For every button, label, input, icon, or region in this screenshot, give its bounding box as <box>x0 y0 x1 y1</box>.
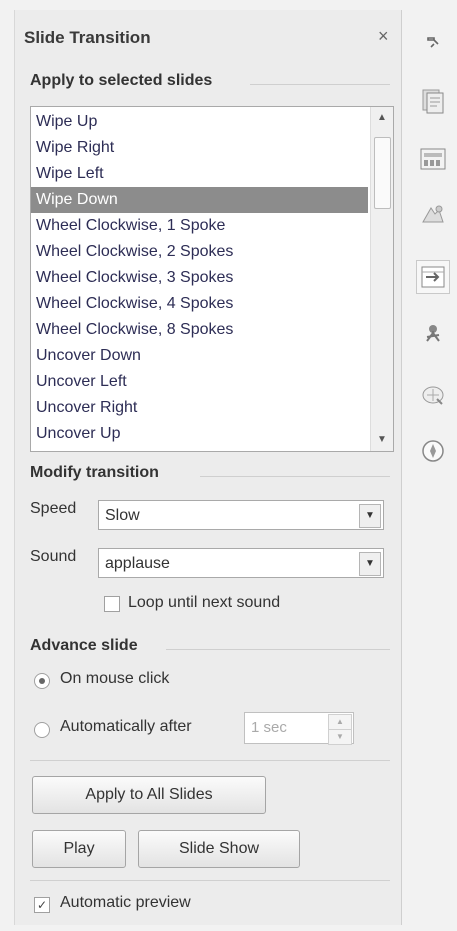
section-advance-heading: Advance slide <box>30 637 138 654</box>
scroll-down-icon[interactable]: ▼ <box>371 431 393 449</box>
transition-list-item[interactable]: Uncover Down <box>31 343 368 369</box>
apply-to-all-slides-button[interactable]: Apply to All Slides <box>32 776 266 814</box>
loop-label: Loop until next sound <box>128 594 281 611</box>
automatic-preview-label: Automatic preview <box>60 894 191 911</box>
section-divider <box>166 649 390 650</box>
automatically-after-radio[interactable] <box>34 722 50 738</box>
transition-list-item[interactable]: Wheel Clockwise, 4 Spokes <box>31 291 368 317</box>
section-divider <box>200 476 390 477</box>
animation-icon[interactable] <box>416 318 450 352</box>
transition-listbox[interactable]: Wipe Up Wipe Right Wipe Left Wipe Down Wheel… <box>30 106 394 452</box>
transition-list-item[interactable]: Uncover Up <box>31 421 368 447</box>
scrollbar-thumb[interactable] <box>374 137 391 209</box>
speed-label: Speed <box>30 500 77 517</box>
on-mouse-click-label: On mouse click <box>60 670 170 687</box>
panel-title: Slide Transition <box>24 28 151 47</box>
section-apply-heading: Apply to selected slides <box>30 72 213 89</box>
close-icon[interactable]: × <box>378 26 389 47</box>
divider <box>30 760 390 761</box>
transition-list-item[interactable]: Wheel Clockwise, 8 Spokes <box>31 317 368 343</box>
compass-icon[interactable] <box>416 434 450 468</box>
spin-down-icon[interactable]: ▼ <box>328 729 352 745</box>
section-divider <box>250 84 390 85</box>
transition-list-item[interactable]: Wipe Right <box>31 135 368 161</box>
chevron-down-icon[interactable]: ▼ <box>359 504 381 528</box>
auto-advance-value: 1 sec <box>251 719 287 736</box>
transition-list-item[interactable]: Wipe Down <box>31 187 368 213</box>
play-button[interactable]: Play <box>32 830 126 868</box>
spin-up-icon[interactable]: ▲ <box>328 714 352 730</box>
automatically-after-label: Automatically after <box>60 718 192 735</box>
divider <box>30 880 390 881</box>
transition-list-item[interactable]: Wheel Clockwise, 1 Spoke <box>31 213 368 239</box>
transition-list-item[interactable]: Wipe Left <box>31 161 368 187</box>
transition-list-item[interactable]: Uncover Right <box>31 395 368 421</box>
properties-icon[interactable] <box>416 84 450 118</box>
sound-value: applause <box>105 555 170 572</box>
transition-list-item[interactable]: Wheel Clockwise, 2 Spokes <box>31 239 368 265</box>
speed-select[interactable]: Slow ▼ <box>98 500 384 530</box>
scroll-up-icon[interactable]: ▲ <box>371 109 393 127</box>
slide-show-button[interactable]: Slide Show <box>138 830 300 868</box>
transition-list-item[interactable]: Wipe Up <box>31 109 368 135</box>
slide-transition-icon[interactable] <box>416 260 450 294</box>
slide-layouts-icon[interactable] <box>416 142 450 176</box>
section-modify-heading: Modify transition <box>30 464 159 481</box>
transition-list-item[interactable]: Wheel Clockwise, 3 Spokes <box>31 265 368 291</box>
transition-list-item[interactable]: Uncover Left <box>31 369 368 395</box>
automatic-preview-checkbox[interactable]: ✓ <box>34 897 50 913</box>
navigator-icon[interactable] <box>416 378 450 412</box>
auto-advance-spinner[interactable]: 1 sec ▲ ▼ <box>244 712 354 745</box>
styles-icon[interactable] <box>416 198 450 232</box>
sound-label: Sound <box>30 548 77 565</box>
speed-value: Slow <box>105 507 140 524</box>
loop-checkbox[interactable] <box>104 596 120 612</box>
sound-select[interactable]: applause ▼ <box>98 548 384 578</box>
on-mouse-click-radio[interactable] <box>34 673 50 689</box>
listbox-scrollbar[interactable]: ▲ ▼ <box>370 107 393 451</box>
pin-icon[interactable] <box>416 26 450 60</box>
chevron-down-icon[interactable]: ▼ <box>359 552 381 576</box>
sidebar-toolbar <box>410 0 457 931</box>
